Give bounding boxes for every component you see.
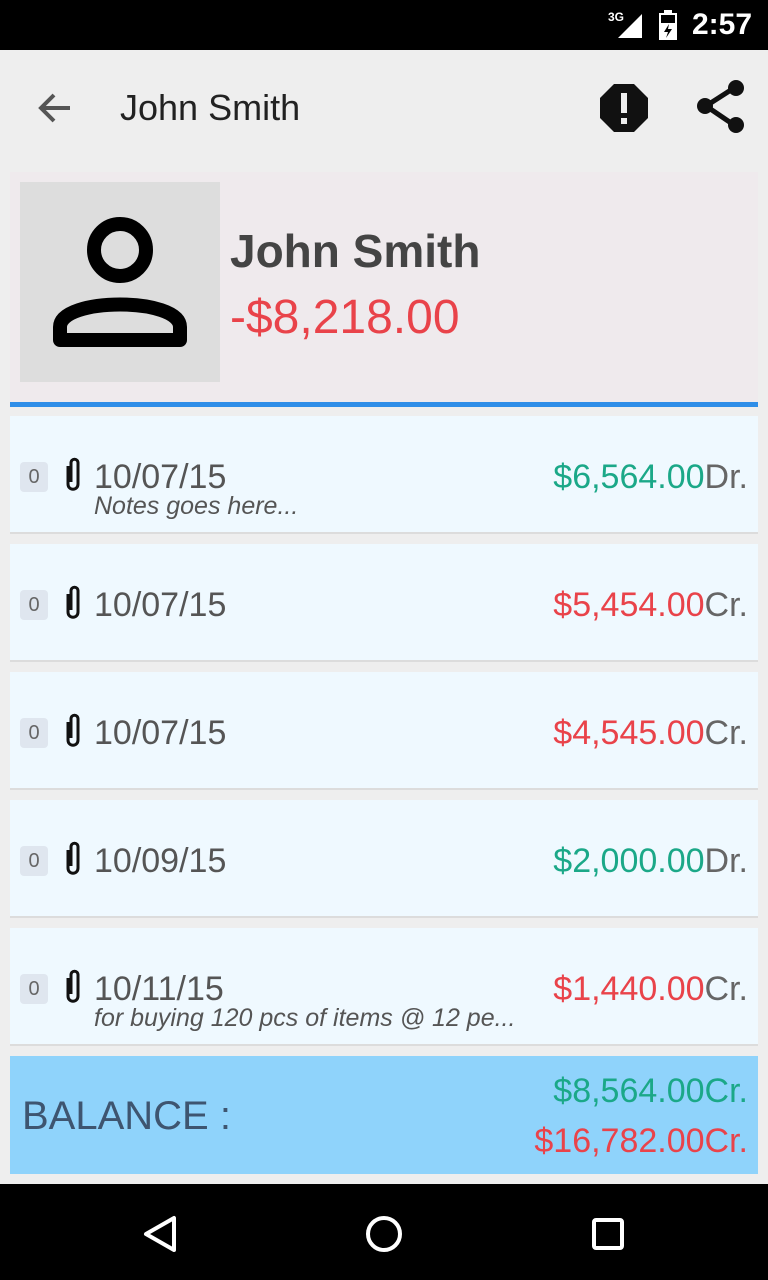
transaction-amount: $5,454.00Cr. [553,586,748,625]
alert-button[interactable] [598,82,650,134]
status-bar: 3G 2:57 [0,0,768,50]
balance-debit-unit: Cr. [704,1072,748,1110]
cell-signal-icon: 3G [608,10,644,40]
amount-type: Dr. [704,842,748,880]
page-title: John Smith [120,87,301,128]
amount-type: Cr. [704,586,748,624]
paperclip-icon[interactable] [62,712,84,748]
amount-type: Cr. [704,970,748,1008]
paperclip-icon[interactable] [62,584,84,620]
transaction-date: 10/09/15 [94,842,227,880]
arrow-back-icon [38,93,70,123]
balance-credit-value: $16,782.00 [534,1122,705,1160]
clock: 2:57 [691,8,752,41]
share-icon [697,80,744,133]
transaction-note: for buying 120 pcs of items @ 12 pe... [94,1004,516,1032]
attachment-count: 0 [20,974,48,1004]
transaction-amount: $6,564.00Dr. [553,458,748,497]
nav-home-icon[interactable] [362,1212,406,1256]
battery-icon [658,10,677,40]
amount-type: Dr. [704,458,748,496]
amount-value: $4,545.00 [553,714,705,752]
amount-value: $2,000.00 [553,842,705,880]
amount-value: $5,454.00 [553,586,705,624]
attachment-count: 0 [20,846,48,876]
transaction-amount: $1,440.00Cr. [553,970,748,1009]
nav-back-icon[interactable] [138,1212,182,1256]
system-nav-bar [0,1184,768,1280]
transaction-note: Notes goes here... [94,492,299,520]
accent-divider [10,402,758,407]
balance-credit-unit: Cr. [704,1122,748,1160]
transaction-row[interactable]: 0 10/07/15 Notes goes here... $6,564.00D… [10,416,758,534]
amount-value: $1,440.00 [553,970,705,1008]
network-type: 3G [607,10,624,24]
transaction-date: 10/07/15 [94,586,227,624]
balance-credit-total: $16,782.00Cr. [534,1122,748,1161]
transaction-row[interactable]: 0 10/09/15 $2,000.00Dr. [10,800,758,918]
balance-summary: BALANCE : $8,564.00Cr. $16,782.00Cr. [10,1056,758,1174]
share-button[interactable] [694,78,748,136]
balance-debit-value: $8,564.00 [553,1072,705,1110]
paperclip-icon[interactable] [62,968,84,1004]
transaction-row[interactable]: 0 10/11/15 for buying 120 pcs of items @… [10,928,758,1046]
balance-label: BALANCE : [22,1094,231,1138]
paperclip-icon[interactable] [62,456,84,492]
attachment-count: 0 [20,718,48,748]
transaction-amount: $2,000.00Dr. [553,842,748,881]
profile-card: John Smith -$8,218.00 [10,172,758,402]
amount-type: Cr. [704,714,748,752]
transaction-row[interactable]: 0 10/07/15 $5,454.00Cr. [10,544,758,662]
transaction-row[interactable]: 0 10/07/15 $4,545.00Cr. [10,672,758,790]
amount-value: $6,564.00 [553,458,705,496]
paperclip-icon[interactable] [62,840,84,876]
transaction-amount: $4,545.00Cr. [553,714,748,753]
avatar[interactable] [20,182,220,382]
attachment-count: 0 [20,590,48,620]
status-icons: 3G 2:57 [608,0,752,50]
transaction-date: 10/07/15 [94,714,227,752]
contact-name: John Smith [230,225,481,277]
contact-balance: -$8,218.00 [230,291,460,344]
alert-octagon-icon [600,84,648,132]
attachment-count: 0 [20,462,48,492]
nav-recents-icon[interactable] [586,1212,630,1256]
app-bar: John Smith [0,50,768,166]
balance-debit-total: $8,564.00Cr. [553,1072,748,1111]
person-icon [53,217,187,347]
back-button[interactable] [30,86,80,130]
